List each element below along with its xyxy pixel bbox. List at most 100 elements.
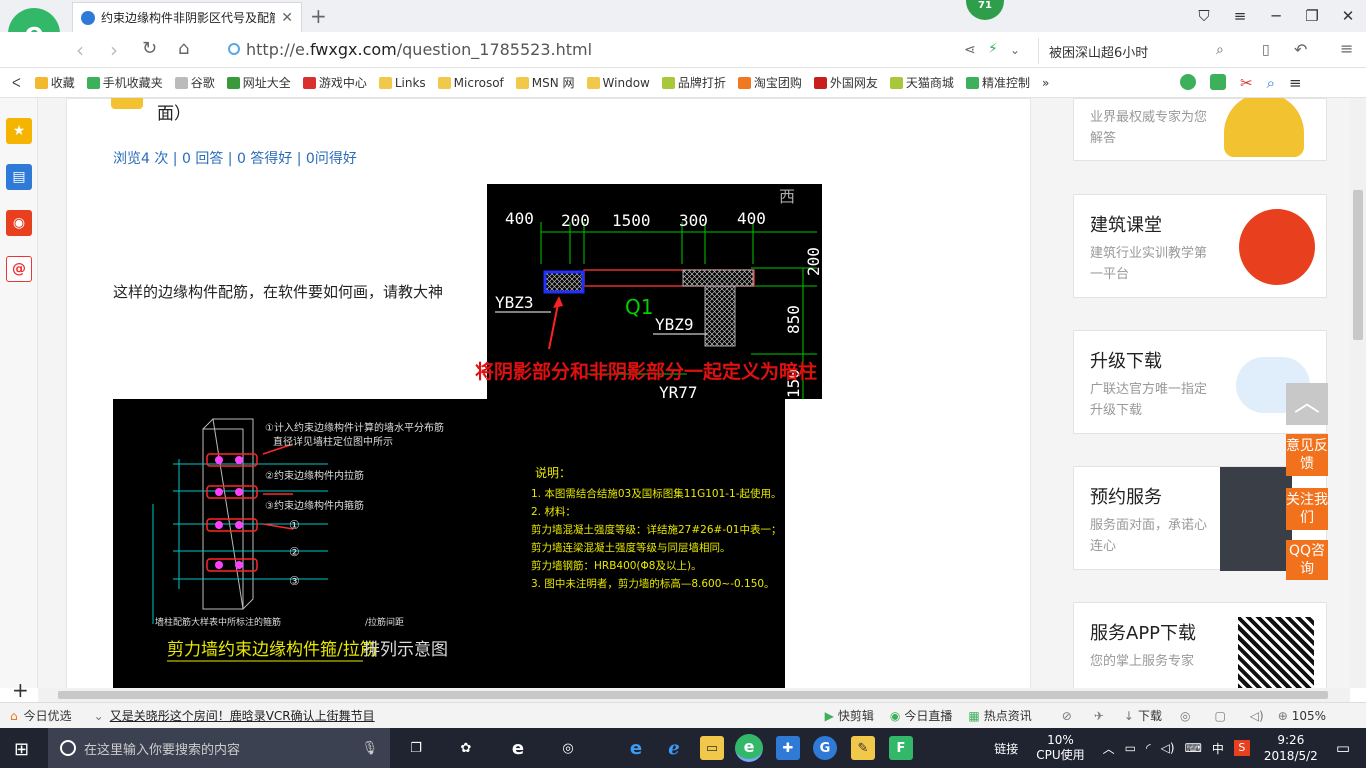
vertical-scrollbar[interactable]	[1350, 98, 1366, 688]
start-button[interactable]: ⊞	[14, 739, 29, 760]
vertical-scroll-thumb[interactable]	[1353, 190, 1363, 340]
bookmark-item[interactable]: 网址大全	[226, 74, 291, 91]
browser-taskbar-icon[interactable]: e	[506, 736, 530, 760]
browser-tab[interactable]: 约束边缘构件非阴影区代号及配筋 ✕	[72, 2, 302, 32]
battery-icon[interactable]: ▭	[1125, 741, 1136, 755]
add-sidebar-icon[interactable]: +	[12, 678, 29, 702]
news-link[interactable]: 又是关晓彤这个房间！鹿晗录VCR确认上街舞节目	[110, 707, 375, 724]
feedback-button[interactable]: 意见反馈	[1286, 434, 1328, 476]
spiral-app-icon[interactable]: ◎	[556, 736, 580, 760]
speed-icon[interactable]: ⚡	[988, 41, 998, 57]
notification-badge[interactable]: 71	[966, 0, 1004, 20]
refresh-icon[interactable]: ↻	[142, 38, 157, 59]
bookmark-item[interactable]: 手机收藏夹	[86, 74, 163, 91]
search-input[interactable]: 被困深山超6小时	[1038, 38, 1238, 64]
status-tool-icon-1[interactable]: ⊘	[1062, 709, 1072, 723]
bookmark-item[interactable]: 游戏中心	[302, 74, 367, 91]
cad-detail-image[interactable]: ①计入约束边缘构件计算的墙水平分布筋 直径详见墙柱定位图中所示 ②约束边缘构件内…	[113, 399, 785, 688]
close-tab-icon[interactable]: ✕	[281, 10, 293, 26]
sogou-icon[interactable]: S	[1233, 740, 1250, 756]
volume-icon[interactable]: ◁)	[1161, 741, 1175, 755]
scissors-icon[interactable]: ✂	[1240, 74, 1253, 92]
bookmark-item[interactable]: 品牌打折	[661, 74, 726, 91]
links-toolbar[interactable]: 链接	[994, 740, 1018, 757]
horizontal-scrollbar[interactable]	[38, 688, 1350, 702]
url-field[interactable]: http://e.fwxgx.com/question_1785523.html	[246, 40, 592, 59]
new-tab-button[interactable]: +	[310, 4, 327, 28]
home-icon[interactable]: ⌂	[178, 38, 189, 59]
undo-icon[interactable]: ↶	[1294, 40, 1307, 59]
bookmark-item[interactable]: 精准控制	[965, 74, 1030, 91]
status-tool-icon-2[interactable]: ✈	[1094, 709, 1104, 723]
cpu-meter[interactable]: 10% CPU使用	[1036, 733, 1084, 763]
bookmark-item[interactable]: MSN 网	[515, 74, 575, 91]
hot-news-link[interactable]: 热点资讯	[984, 707, 1032, 724]
bookmark-item[interactable]: 收藏	[34, 74, 75, 91]
favorites-star-icon[interactable]: ★	[6, 118, 32, 144]
reading-list-icon[interactable]: ▤	[6, 164, 32, 190]
active-browser-icon[interactable]: e	[735, 734, 763, 762]
shield-icon[interactable]	[1180, 74, 1196, 90]
minimize-button[interactable]: ─	[1258, 0, 1294, 32]
file-explorer-icon[interactable]: ▭	[700, 736, 724, 760]
status-tool-icon-4[interactable]: ▢	[1214, 709, 1225, 723]
maximize-button[interactable]: ❐	[1294, 0, 1330, 32]
qq-consult-button[interactable]: QQ咨询	[1286, 540, 1328, 580]
bookmark-item[interactable]: 天猫商城	[889, 74, 954, 91]
glodon-app-icon[interactable]: F	[889, 736, 913, 760]
daily-picks-label[interactable]: 今日优选	[24, 707, 72, 724]
forward-icon[interactable]: ›	[110, 38, 118, 62]
dropdown-icon[interactable]: ⌄	[1010, 43, 1020, 57]
bookmarks-toggle-icon[interactable]: ᐸ	[12, 76, 21, 90]
mic-icon[interactable]: 🎙	[361, 741, 378, 756]
mail-icon[interactable]: @	[6, 256, 32, 282]
g-app-icon[interactable]: G	[813, 736, 837, 760]
find-icon[interactable]: ⌕	[1267, 74, 1275, 92]
search-icon[interactable]: ⌕	[1216, 42, 1224, 58]
bookmark-item[interactable]: 淘宝团购	[737, 74, 802, 91]
mobile-icon[interactable]: ▯	[1262, 42, 1270, 58]
settings-menu-icon[interactable]: ≡	[1340, 39, 1353, 58]
notes-app-icon[interactable]: ✎	[851, 736, 875, 760]
toolbar-menu-icon[interactable]: ≡	[1289, 74, 1302, 92]
skin-icon[interactable]: ⛉	[1186, 0, 1222, 32]
bookmark-item[interactable]: 外国网友	[813, 74, 878, 91]
question-stats[interactable]: 浏览4 次 | 0 回答 | 0 答得好 | 0问得好	[113, 148, 357, 168]
download-link[interactable]: 下载	[1138, 707, 1162, 724]
horizontal-scroll-thumb[interactable]	[58, 691, 1328, 699]
back-to-top-button[interactable]: ︿	[1286, 383, 1328, 425]
keyboard-icon[interactable]: ⌨	[1185, 741, 1202, 755]
app-panel[interactable]: 服务APP下载 您的掌上服务专家	[1073, 602, 1327, 688]
ime-indicator[interactable]: 中	[1212, 740, 1224, 757]
ie-icon[interactable]: ℯ	[662, 736, 686, 760]
menu-icon[interactable]: ≡	[1222, 0, 1258, 32]
live-link[interactable]: 今日直播	[904, 707, 952, 724]
follow-button[interactable]: 关注我们	[1286, 488, 1328, 530]
bookmark-item[interactable]: Microsof	[437, 76, 504, 90]
more-bookmarks-icon[interactable]: »	[1042, 76, 1049, 90]
apps-icon[interactable]	[1210, 74, 1226, 90]
taskbar-search[interactable]: 在这里输入你要搜索的内容 🎙	[48, 728, 390, 768]
task-view-icon[interactable]: ❐	[404, 736, 428, 760]
site-security-icon[interactable]	[228, 43, 240, 55]
zoom-level[interactable]: 105%	[1292, 709, 1326, 723]
status-tool-icon-3[interactable]: ◎	[1180, 709, 1190, 723]
tray-expand-icon[interactable]: ︿	[1103, 740, 1115, 757]
clock[interactable]: 9:26 2018/5/2	[1264, 732, 1318, 764]
edge-icon[interactable]: e	[624, 736, 648, 760]
share-icon[interactable]: ⋖	[964, 42, 976, 58]
bookmark-item[interactable]: 谷歌	[174, 74, 215, 91]
close-window-button[interactable]: ✕	[1330, 0, 1366, 32]
sound-icon[interactable]: ◁)	[1250, 709, 1264, 723]
back-icon[interactable]: ‹	[76, 38, 84, 62]
remote-app-icon[interactable]: ✚	[776, 736, 800, 760]
expert-panel[interactable]: 业界最权威专家为您解答	[1073, 98, 1327, 161]
course-panel[interactable]: 建筑课堂 建筑行业实训教学第一平台	[1073, 194, 1327, 298]
bookmark-item[interactable]: Window	[586, 76, 650, 90]
notification-center-icon[interactable]: ▭	[1336, 739, 1350, 757]
wifi-icon[interactable]: ◜	[1146, 741, 1151, 755]
bookmark-item[interactable]: Links	[378, 76, 426, 90]
pinwheel-app-icon[interactable]: ✿	[454, 736, 478, 760]
weibo-icon[interactable]: ◉	[6, 210, 32, 236]
quick-edit-link[interactable]: 快剪辑	[838, 707, 874, 724]
